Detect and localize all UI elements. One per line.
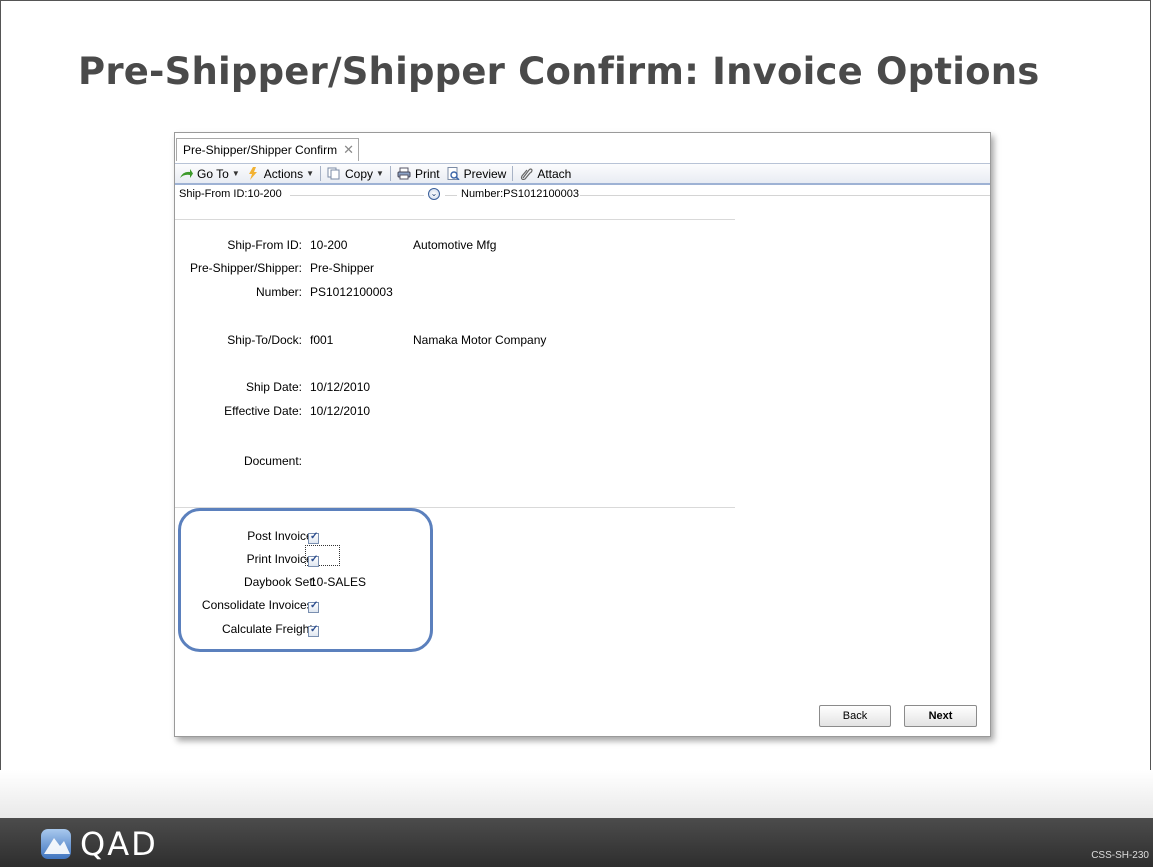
effective-date-value[interactable]: 10/12/2010 bbox=[310, 403, 370, 419]
ship-from-value[interactable]: 10-200 bbox=[310, 237, 347, 253]
ship-to-label: Ship-To/Dock: bbox=[227, 333, 302, 347]
chevron-down-icon: ▼ bbox=[376, 169, 384, 178]
print-label: Print bbox=[414, 166, 440, 181]
preview-label: Preview bbox=[463, 166, 507, 181]
highlight-callout bbox=[178, 508, 433, 652]
back-button[interactable]: Back bbox=[819, 705, 891, 727]
qad-logo-icon bbox=[41, 829, 71, 859]
ship-date-row: Ship Date: bbox=[175, 379, 302, 395]
footer-bar bbox=[0, 818, 1153, 867]
goto-arrow-icon bbox=[180, 169, 193, 178]
divider bbox=[290, 195, 424, 196]
number-label: Number: bbox=[255, 285, 302, 299]
pre-shipper-row: Pre-Shipper/Shipper: bbox=[175, 260, 302, 276]
copy-menu[interactable]: Copy ▼ bbox=[327, 167, 384, 181]
actions-label: Actions bbox=[263, 166, 304, 181]
header-summary: Ship-From ID:10-200 ⌄ Number:PS101210000… bbox=[175, 187, 990, 203]
footer-fade bbox=[0, 770, 1153, 818]
next-button[interactable]: Next bbox=[904, 705, 977, 727]
pre-shipper-label: Pre-Shipper/Shipper: bbox=[189, 261, 302, 275]
header-ship-from: Ship-From ID:10-200 bbox=[179, 188, 282, 200]
ship-date-label: Ship Date: bbox=[245, 380, 302, 394]
toolbar-separator bbox=[320, 166, 322, 181]
slide-title: Pre-Shipper/Shipper Confirm: Invoice Opt… bbox=[78, 50, 1040, 93]
paperclip-icon bbox=[521, 168, 533, 180]
ship-to-value[interactable]: f001 bbox=[310, 332, 333, 348]
qad-logo-text: QAD bbox=[80, 825, 158, 863]
copy-icon bbox=[327, 167, 340, 180]
effective-date-row: Effective Date: bbox=[175, 403, 302, 419]
number-value[interactable]: PS1012100003 bbox=[310, 284, 393, 300]
toolbar-separator bbox=[512, 166, 514, 181]
tab-strip: Pre-Shipper/Shipper Confirm ✕ bbox=[175, 133, 990, 163]
preview-icon bbox=[447, 167, 460, 180]
header-number: Number:PS1012100003 bbox=[461, 188, 580, 200]
attach-button[interactable]: Attach bbox=[519, 167, 571, 181]
copy-label: Copy bbox=[345, 166, 374, 181]
effective-date-label: Effective Date: bbox=[224, 404, 302, 418]
section-divider bbox=[175, 219, 735, 220]
ship-to-desc: Namaka Motor Company bbox=[413, 333, 547, 347]
document-label: Document: bbox=[243, 454, 302, 468]
goto-label: Go To bbox=[197, 166, 229, 181]
pre-shipper-value[interactable]: Pre-Shipper bbox=[310, 260, 374, 276]
lightning-icon bbox=[248, 167, 257, 180]
ship-from-desc: Automotive Mfg bbox=[413, 238, 497, 252]
chevron-down-icon: ▼ bbox=[306, 169, 315, 178]
ship-date-value[interactable]: 10/12/2010 bbox=[310, 379, 370, 395]
ship-to-row: Ship-To/Dock: bbox=[175, 332, 302, 348]
ship-from-row: Ship-From ID: bbox=[175, 237, 302, 253]
toolbar: Go To ▼ Actions ▼ Copy ▼ Print Preview A… bbox=[175, 163, 990, 185]
ship-from-label: Ship-From ID: bbox=[227, 238, 302, 252]
qad-logo: QAD bbox=[40, 825, 158, 863]
slide-code: CSS-SH-230 bbox=[1091, 850, 1149, 861]
printer-icon bbox=[397, 167, 411, 180]
print-button[interactable]: Print bbox=[397, 167, 440, 181]
document-row: Document: bbox=[175, 453, 302, 469]
preview-button[interactable]: Preview bbox=[446, 166, 507, 181]
tab-pre-shipper-confirm[interactable]: Pre-Shipper/Shipper Confirm ✕ bbox=[176, 138, 359, 161]
actions-menu[interactable]: Actions ▼ bbox=[246, 167, 314, 181]
goto-menu[interactable]: Go To ▼ bbox=[179, 167, 240, 181]
close-icon[interactable]: ✕ bbox=[343, 142, 354, 158]
ship-from-input[interactable]: 10-200 bbox=[310, 238, 347, 252]
tab-label: Pre-Shipper/Shipper Confirm bbox=[183, 143, 338, 157]
expand-toggle-icon[interactable]: ⌄ bbox=[428, 188, 440, 200]
chevron-down-icon: ▼ bbox=[231, 169, 240, 178]
attach-label: Attach bbox=[537, 166, 572, 181]
divider bbox=[445, 195, 457, 196]
toolbar-separator bbox=[389, 166, 391, 181]
divider bbox=[580, 195, 990, 196]
number-row: Number: bbox=[175, 284, 302, 300]
